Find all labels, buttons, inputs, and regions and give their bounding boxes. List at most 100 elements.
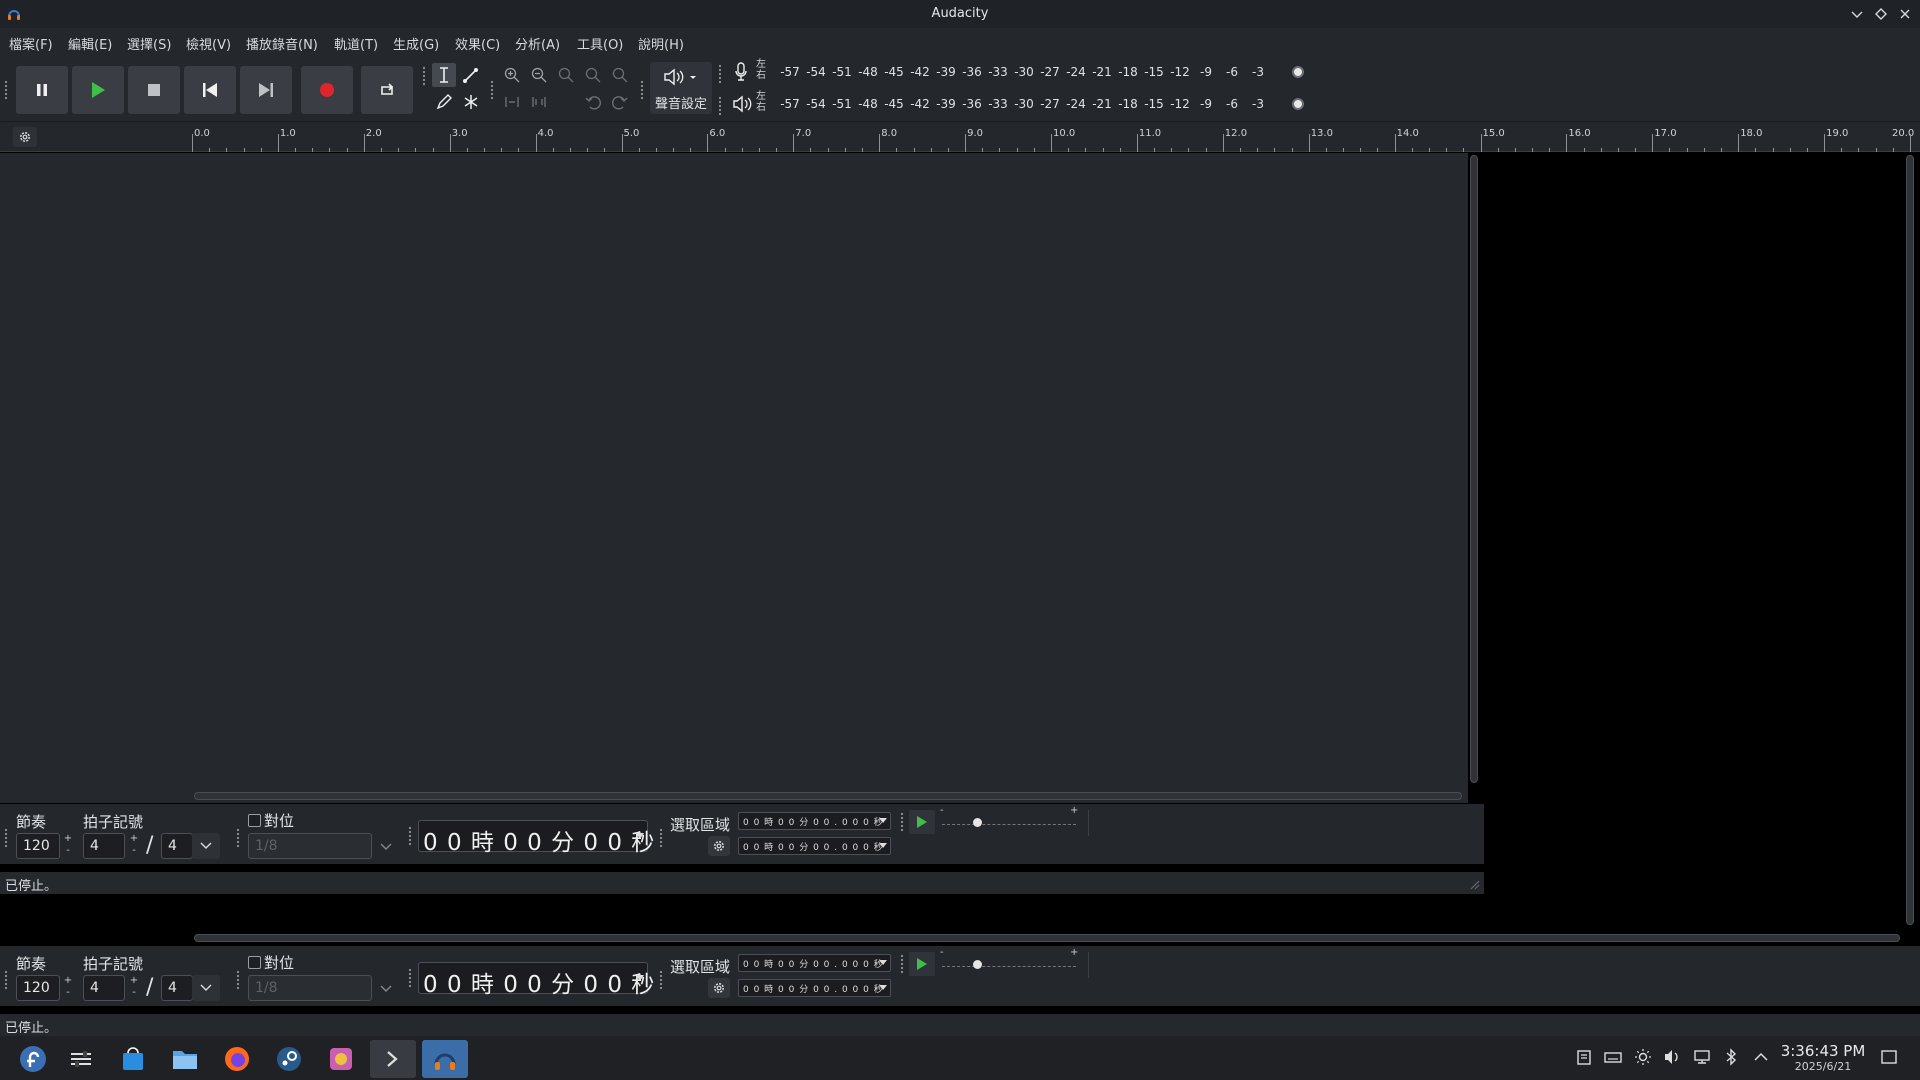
show-desktop-icon[interactable] [1880,1048,1898,1066]
selection-tool[interactable] [432,63,456,87]
brightness-icon[interactable] [1634,1048,1652,1066]
network-icon[interactable] [1693,1048,1711,1066]
time-display[interactable]: 0 0 時 0 0 分 0 0 秒 [418,820,654,856]
menu-tracks[interactable]: 軌道(T) [334,34,378,53]
snap-checkbox[interactable] [248,956,261,969]
skip-to-end-button[interactable] [240,66,292,114]
selection-grip[interactable] [659,828,663,848]
close-icon[interactable] [1896,5,1914,23]
selection-options-button[interactable] [708,836,730,856]
edit-grip[interactable] [490,80,494,100]
menu-transport[interactable]: 播放錄音(N) [246,34,318,53]
playback-meter-grip[interactable] [718,96,722,116]
selection-start-time[interactable]: 0 0 時 0 0 分 0 0 . 0 0 0 秒 [738,812,891,830]
track-vertical-scrollbar[interactable] [1470,155,1478,783]
time-display-dropdown-icon[interactable] [636,975,644,981]
menu-edit[interactable]: 編輯(E) [68,34,112,53]
menu-tools[interactable]: 工具(O) [577,34,623,53]
minimize-icon[interactable] [1848,5,1866,23]
play-at-speed-grip[interactable] [900,954,904,974]
time-signature-lower-dropdown[interactable] [192,833,220,859]
snap-grip[interactable] [236,828,240,848]
time-display-dropdown-icon[interactable] [636,833,644,839]
play-at-speed-button[interactable] [909,810,935,834]
resize-grip-icon[interactable] [1468,878,1480,890]
playback-meter[interactable]: 左右 -57 -54 -51 -48 -45 -42 -39 -36 -33 -30 -27 -24-… [726,91,1308,117]
menu-generate[interactable]: 生成(G) [393,34,439,53]
record-button[interactable] [301,66,353,114]
play-button[interactable] [72,66,124,114]
volume-icon[interactable] [1663,1048,1681,1066]
time-signature-lower-select[interactable]: 4 [161,833,193,859]
file-manager-app[interactable] [162,1040,208,1078]
system-settings-app[interactable] [58,1040,104,1078]
tempo-stepper[interactable]: + - [62,975,74,1001]
maximize-icon[interactable] [1872,5,1890,23]
chevron-up-icon[interactable] [1752,1048,1770,1066]
draw-tool[interactable] [432,90,456,114]
play-at-speed-button[interactable] [909,952,935,976]
playback-speed-knob[interactable] [972,818,982,827]
playback-speed-slider[interactable]: - + [940,805,1078,834]
bluetooth-icon[interactable] [1722,1048,1740,1066]
zoom-toggle-button[interactable] [608,63,632,87]
selection-end-time[interactable]: 0 0 時 0 0 分 0 0 . 0 0 0 秒 [738,979,891,997]
playback-level-knob[interactable] [1292,98,1304,110]
time-signature-stepper[interactable]: + - [128,833,140,859]
tempo-grip[interactable] [4,970,8,990]
steam-app[interactable] [266,1040,312,1078]
record-level-knob[interactable] [1292,66,1304,78]
track-area[interactable] [0,153,1468,803]
window-vertical-scrollbar[interactable] [1906,155,1914,925]
keyboard-icon[interactable] [1604,1048,1622,1066]
zoom-in-button[interactable] [500,63,524,87]
selection-options-button[interactable] [708,978,730,998]
snap-chevron-down-icon[interactable] [380,842,392,852]
audio-setup-button[interactable]: 聲音設定 [650,62,712,114]
selection-start-time[interactable]: 0 0 時 0 0 分 0 0 . 0 0 0 秒 [738,954,891,972]
snap-checkbox[interactable] [248,814,261,827]
selection-grip[interactable] [659,970,663,990]
menu-select[interactable]: 選擇(S) [127,34,171,53]
fit-selection-button[interactable] [554,63,578,87]
silence-button[interactable] [527,90,551,114]
time-signature-stepper[interactable]: + - [128,975,140,1001]
redo-button[interactable] [608,90,632,114]
window-horizontal-scrollbar[interactable] [194,934,1900,942]
record-meter[interactable]: 左右 -57 -54 -51 -48 -45 -42 -39 -36 -33 -30 -27 -24-… [726,59,1308,85]
record-meter-grip[interactable] [718,64,722,84]
time-grip[interactable] [408,826,412,846]
audio-setup-grip[interactable] [640,80,644,100]
menu-effect[interactable]: 效果(C) [455,34,500,53]
playback-speed-slider[interactable]: - + [940,947,1078,976]
time-signature-lower-dropdown[interactable] [192,975,220,1001]
undo-button[interactable] [581,90,605,114]
snap-grip[interactable] [236,970,240,990]
clipboard-icon[interactable] [1575,1048,1593,1066]
time-grip[interactable] [408,968,412,988]
tempo-grip[interactable] [4,828,8,848]
fedora-launcher[interactable] [10,1040,56,1078]
time-signature-lower-select[interactable]: 4 [161,975,193,1001]
play-at-speed-grip[interactable] [900,812,904,832]
photos-app[interactable] [318,1040,364,1078]
snap-select[interactable]: 1/8 [248,975,372,1001]
menu-view[interactable]: 檢視(V) [186,34,231,53]
clock[interactable]: 3:36:43 PM 2025/6/21 [1780,1042,1866,1073]
discover-app[interactable] [110,1040,156,1078]
playback-speed-knob[interactable] [972,960,982,969]
audacity-taskbar-app[interactable] [422,1040,468,1078]
menu-file[interactable]: 檔案(F) [9,34,53,53]
firefox-app[interactable] [214,1040,260,1078]
tempo-input[interactable]: 120 [16,975,60,1001]
selection-end-time[interactable]: 0 0 時 0 0 分 0 0 . 0 0 0 秒 [738,837,891,855]
menu-analyze[interactable]: 分析(A) [515,34,560,53]
zoom-out-button[interactable] [527,63,551,87]
time-display[interactable]: 0 0 時 0 0 分 0 0 秒 [418,962,654,998]
skip-to-start-button[interactable] [184,66,236,114]
timeline-options-button[interactable] [13,127,37,147]
time-signature-upper-input[interactable]: 4 [83,833,125,859]
snap-chevron-down-icon[interactable] [380,984,392,994]
loop-button[interactable] [361,66,413,114]
pause-button[interactable] [16,66,68,114]
